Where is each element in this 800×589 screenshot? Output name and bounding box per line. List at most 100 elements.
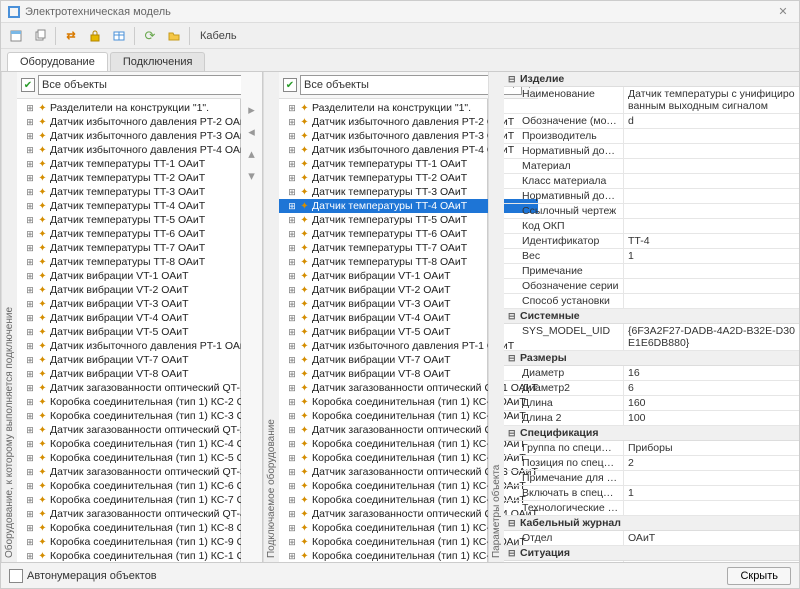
expand-icon[interactable]: ⊞: [287, 257, 297, 268]
toolbar-link-icon[interactable]: ⇄: [60, 25, 82, 47]
arrow-down-icon[interactable]: ▾: [244, 168, 260, 184]
expand-icon[interactable]: ⊞: [287, 383, 297, 394]
expand-icon[interactable]: ⊞: [25, 313, 35, 324]
tree-item[interactable]: ⊞✦Датчик температуры TT-2 ОАиТ: [17, 171, 276, 185]
prop-group-izdelie[interactable]: ⊟Изделие: [504, 72, 799, 87]
tree-item[interactable]: ⊞✦Датчик вибрации VT-8 ОАиТ: [17, 367, 276, 381]
expand-icon[interactable]: ⊞: [287, 411, 297, 422]
tree-item[interactable]: ⊞✦Коробка соединительная (тип 1) КС-8 ОА…: [17, 521, 276, 535]
toolbar-cable-button[interactable]: Кабель: [194, 30, 243, 42]
expand-icon[interactable]: ⊞: [287, 131, 297, 142]
expand-icon[interactable]: ⊞: [25, 117, 35, 128]
expand-icon[interactable]: ⊞: [25, 537, 35, 548]
prop-group-spec[interactable]: ⊟Спецификация: [504, 426, 799, 441]
autonumber-checkbox[interactable]: ✔ Автонумерация объектов: [9, 569, 157, 583]
toolbar-refresh-icon[interactable]: ⟳: [139, 25, 161, 47]
property-grid[interactable]: ⊟Изделие НаименованиеДатчик температуры …: [504, 72, 799, 562]
tree-item[interactable]: ⊞✦Коробка соединительная (тип 1) КС-7 ОА…: [17, 493, 276, 507]
expand-icon[interactable]: ⊞: [287, 551, 297, 562]
expand-icon[interactable]: ⊞: [287, 467, 297, 478]
expand-icon[interactable]: ⊞: [287, 453, 297, 464]
expand-icon[interactable]: ⊞: [287, 481, 297, 492]
tree-item[interactable]: ⊞✦Датчик температуры TT-4 ОАиТ: [17, 199, 276, 213]
tree-item[interactable]: ⊞✦Датчик избыточного давления PT-2 ОАиТ: [17, 115, 276, 129]
expand-icon[interactable]: ⊞: [287, 495, 297, 506]
tree-item[interactable]: ⊞✦Датчик загазованности оптический QT-1 …: [17, 381, 276, 395]
expand-icon[interactable]: ⊞: [287, 201, 297, 212]
tree-item[interactable]: ⊞✦Датчик вибрации VT-3 ОАиТ: [17, 297, 276, 311]
expand-icon[interactable]: ⊞: [25, 229, 35, 240]
expand-icon[interactable]: ⊞: [287, 145, 297, 156]
left-filter-combo[interactable]: Все объекты ▼: [38, 75, 260, 95]
expand-icon[interactable]: ⊞: [25, 103, 35, 114]
expand-icon[interactable]: ⊞: [25, 369, 35, 380]
prop-group-razm[interactable]: ⊟Размеры: [504, 351, 799, 366]
expand-icon[interactable]: ⊞: [287, 369, 297, 380]
expand-icon[interactable]: ⊞: [287, 159, 297, 170]
tree-item[interactable]: ⊞✦Датчик загазованности оптический QT-2 …: [17, 423, 276, 437]
tree-item[interactable]: ⊞✦Датчик вибрации VT-1 ОАиТ: [17, 269, 276, 283]
tree-item[interactable]: ⊞✦Коробка соединительная (тип 1) КС-5 ОА…: [17, 451, 276, 465]
toolbar-new-icon[interactable]: [5, 25, 27, 47]
expand-icon[interactable]: ⊞: [25, 397, 35, 408]
tree-item[interactable]: ⊞✦Коробка соединительная (тип 1) КС-3 ОА…: [17, 409, 276, 423]
expand-icon[interactable]: ⊞: [287, 215, 297, 226]
expand-icon[interactable]: ⊞: [287, 117, 297, 128]
expand-icon[interactable]: ⊞: [25, 341, 35, 352]
expand-icon[interactable]: ⊞: [287, 425, 297, 436]
prop-group-sys[interactable]: ⊟Системные: [504, 309, 799, 324]
expand-icon[interactable]: ⊞: [25, 523, 35, 534]
arrow-right-icon[interactable]: ▸: [244, 102, 260, 118]
expand-icon[interactable]: ⊞: [287, 229, 297, 240]
tree-item[interactable]: ⊞✦Датчик вибрации VT-5 ОАиТ: [17, 325, 276, 339]
tree-item[interactable]: ⊞✦Датчик загазованности оптический QT-4 …: [17, 507, 276, 521]
tree-item[interactable]: ⊞✦Коробка соединительная (тип 1) КС-4 ОА…: [17, 437, 276, 451]
expand-icon[interactable]: ⊞: [25, 551, 35, 562]
expand-icon[interactable]: ⊞: [287, 355, 297, 366]
expand-icon[interactable]: ⊞: [287, 537, 297, 548]
expand-icon[interactable]: ⊞: [287, 271, 297, 282]
expand-icon[interactable]: ⊞: [287, 509, 297, 520]
expand-icon[interactable]: ⊞: [287, 341, 297, 352]
tree-item[interactable]: ⊞✦Датчик температуры TT-7 ОАиТ: [17, 241, 276, 255]
close-icon[interactable]: ✕: [773, 5, 793, 18]
expand-icon[interactable]: ⊞: [25, 243, 35, 254]
tree-item[interactable]: ⊞✦Датчик температуры TT-6 ОАиТ: [17, 227, 276, 241]
toolbar-copy-icon[interactable]: [29, 25, 51, 47]
expand-icon[interactable]: ⊞: [25, 327, 35, 338]
tree-item[interactable]: ⊞✦Датчик температуры TT-1 ОАиТ: [17, 157, 276, 171]
expand-icon[interactable]: ⊞: [287, 103, 297, 114]
expand-icon[interactable]: ⊞: [25, 299, 35, 310]
expand-icon[interactable]: ⊞: [287, 313, 297, 324]
expand-icon[interactable]: ⊞: [25, 467, 35, 478]
expand-icon[interactable]: ⊞: [287, 285, 297, 296]
arrow-left-icon[interactable]: ◂: [244, 124, 260, 140]
toolbar-table-icon[interactable]: [108, 25, 130, 47]
left-filter-check[interactable]: ✔: [21, 78, 35, 92]
tree-item[interactable]: ⊞✦Датчик температуры TT-8 ОАиТ: [17, 255, 276, 269]
tree-item[interactable]: ⊞✦Датчик вибрации VT-4 ОАиТ: [17, 311, 276, 325]
expand-icon[interactable]: ⊞: [25, 383, 35, 394]
expand-icon[interactable]: ⊞: [287, 187, 297, 198]
expand-icon[interactable]: ⊞: [25, 355, 35, 366]
expand-icon[interactable]: ⊞: [25, 411, 35, 422]
expand-icon[interactable]: ⊞: [287, 327, 297, 338]
hide-button[interactable]: Скрыть: [727, 567, 791, 585]
tree-item[interactable]: ⊞✦Датчик избыточного давления PT-3 ОАиТ: [17, 129, 276, 143]
expand-icon[interactable]: ⊞: [287, 523, 297, 534]
expand-icon[interactable]: ⊞: [25, 271, 35, 282]
tree-item[interactable]: ⊞✦Разделители на конструкции "1".: [17, 101, 276, 115]
expand-icon[interactable]: ⊞: [25, 173, 35, 184]
expand-icon[interactable]: ⊞: [25, 453, 35, 464]
expand-icon[interactable]: ⊞: [25, 187, 35, 198]
expand-icon[interactable]: ⊞: [25, 481, 35, 492]
tree-item[interactable]: ⊞✦Датчик температуры TT-5 ОАиТ: [17, 213, 276, 227]
expand-icon[interactable]: ⊞: [25, 425, 35, 436]
arrow-up-icon[interactable]: ▴: [244, 146, 260, 162]
expand-icon[interactable]: ⊞: [25, 215, 35, 226]
toolbar-lock-icon[interactable]: [84, 25, 106, 47]
expand-icon[interactable]: ⊞: [25, 439, 35, 450]
tree-item[interactable]: ⊞✦Коробка соединительная (тип 1) КС-9 ОА…: [17, 535, 276, 549]
expand-icon[interactable]: ⊞: [25, 145, 35, 156]
expand-icon[interactable]: ⊞: [287, 243, 297, 254]
